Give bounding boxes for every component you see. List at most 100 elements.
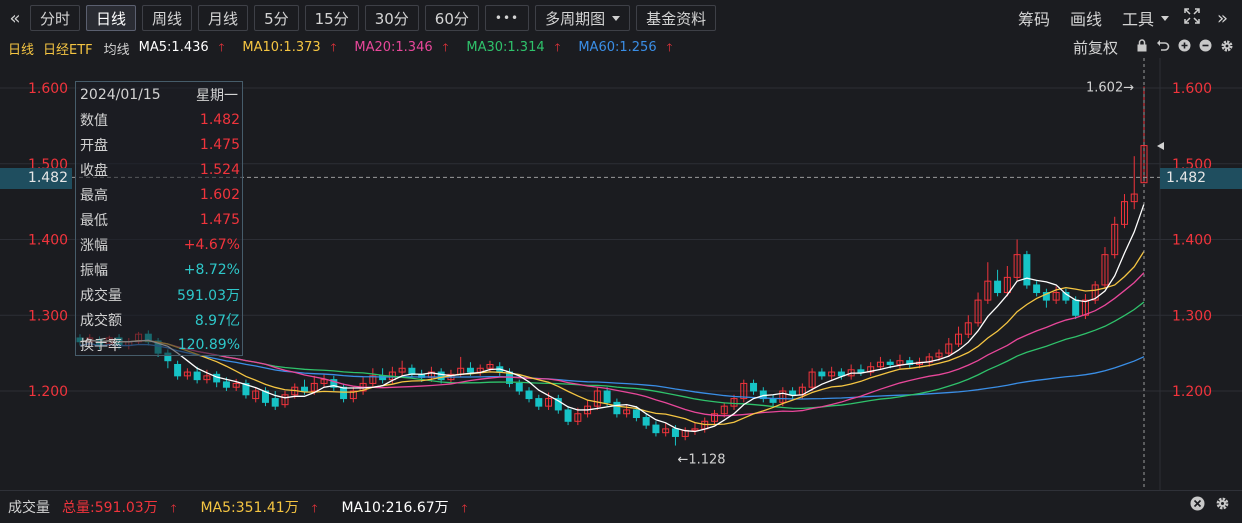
- zoom-in-icon[interactable]: [1178, 39, 1191, 56]
- min-price-label: ←1.128: [677, 453, 725, 468]
- y-tick-label-left: 1.300: [28, 308, 68, 324]
- candle-down: [515, 382, 523, 392]
- candle-down: [1072, 299, 1080, 316]
- draw-line-button[interactable]: 画线: [1070, 6, 1102, 30]
- volume-close-icon[interactable]: [1190, 496, 1205, 515]
- candle-down: [564, 409, 572, 422]
- candle-down: [642, 417, 650, 426]
- crosshair-price-left: 1.482: [0, 168, 72, 189]
- y-tick-label-left: 1.200: [28, 384, 68, 400]
- tooltip-row: 成交量 591.03万: [80, 282, 240, 307]
- tab-period-daily[interactable]: 日线: [86, 5, 137, 31]
- volume-label[interactable]: 成交量: [8, 497, 50, 519]
- multi-period-dropdown[interactable]: 多周期图: [535, 5, 631, 31]
- tooltip-value: +4.67%: [183, 236, 240, 253]
- ma10-value: MA10:1.373 🡑: [242, 40, 337, 55]
- tooltip-date-row: 2024/01/15 星期一: [80, 82, 240, 107]
- top-toolbar: « 分时 日线 周线 月线 5分 15分 30分 60分 ••• 多周期图 基金…: [0, 0, 1242, 36]
- undo-icon[interactable]: [1156, 39, 1170, 56]
- settings-gear-icon[interactable]: [1220, 39, 1234, 57]
- lock-icon[interactable]: [1136, 39, 1148, 56]
- tooltip-row: 涨幅 +4.67%: [80, 232, 240, 257]
- tools-dropdown[interactable]: 工具: [1122, 6, 1169, 30]
- ma30-value: MA30:1.314 🡑: [466, 40, 561, 55]
- tooltip-row: 开盘 1.475: [80, 132, 240, 157]
- tab-period-60min[interactable]: 60分: [424, 5, 479, 31]
- candle-down: [525, 390, 533, 400]
- candle-down: [437, 371, 445, 381]
- expand-right-icon[interactable]: »: [1217, 8, 1228, 29]
- candle-down: [535, 398, 543, 407]
- fullscreen-expand-icon[interactable]: [1183, 7, 1201, 29]
- collapse-left-icon[interactable]: «: [0, 8, 30, 29]
- ma60-value: MA60:1.256 🡑: [578, 40, 673, 55]
- crosshair-price-right: 1.482: [1160, 168, 1242, 189]
- tab-period-fenshi[interactable]: 分时: [30, 5, 81, 31]
- candle-down: [271, 398, 279, 407]
- volume-settings-gear-icon[interactable]: [1215, 496, 1230, 515]
- ma-legend-row: 日线 日经ETF 均线 MA5:1.436 🡑 MA10:1.373 🡑 MA20:…: [0, 36, 1242, 58]
- candle-down: [193, 371, 201, 381]
- tooltip-row: 换手率 120.89%: [80, 332, 240, 357]
- candle-down: [301, 386, 309, 392]
- candle-down: [222, 381, 230, 388]
- y-tick-label-right: 1.600: [1172, 81, 1212, 97]
- fund-info-button[interactable]: 基金资料: [636, 5, 717, 31]
- tooltip-value: +8.72%: [183, 261, 240, 278]
- tooltip-row: 最高 1.602: [80, 182, 240, 207]
- candle-down: [466, 367, 474, 373]
- candle-down: [613, 401, 621, 415]
- tooltip-date: 2024/01/15: [80, 86, 161, 103]
- candle-down: [632, 409, 640, 419]
- ma20-value: MA20:1.346 🡑: [354, 40, 449, 55]
- security-name: 日经ETF: [43, 43, 93, 58]
- volume-total: 总量:591.03万 🡑: [62, 500, 177, 516]
- tooltip-key: 振幅: [80, 262, 108, 279]
- tooltip-key: 涨幅: [80, 237, 108, 254]
- tooltip-key: 收盘: [80, 162, 108, 179]
- y-tick-label-left: 1.400: [28, 233, 68, 249]
- tooltip-value: 8.97亿: [194, 312, 240, 329]
- candle-down: [994, 280, 1002, 294]
- tooltip-key: 成交额: [80, 312, 122, 329]
- zoom-out-icon[interactable]: [1199, 39, 1212, 56]
- candle-down: [789, 390, 797, 396]
- tooltip-value: 591.03万: [177, 287, 240, 304]
- tooltip-value: 1.602: [199, 186, 240, 203]
- tab-period-30min[interactable]: 30分: [364, 5, 419, 31]
- tooltip-key: 最低: [80, 212, 108, 229]
- chips-button[interactable]: 筹码: [1018, 6, 1050, 30]
- candle-down: [671, 428, 679, 437]
- adjust-mode-button[interactable]: 前复权: [1073, 37, 1118, 58]
- candle-down: [857, 369, 865, 373]
- tooltip-row: 收盘 1.524: [80, 157, 240, 182]
- tab-period-monthly[interactable]: 月线: [198, 5, 249, 31]
- tooltip-key: 数值: [80, 112, 108, 129]
- chevron-down-icon: [612, 15, 621, 21]
- ma5-value: MA5:1.436 🡑: [138, 40, 225, 55]
- tooltip-key: 成交量: [80, 287, 122, 304]
- candle-down: [886, 361, 894, 365]
- tab-period-5min[interactable]: 5分: [254, 5, 299, 31]
- candle-down: [769, 398, 777, 403]
- candle-down: [1023, 254, 1031, 286]
- tab-period-15min[interactable]: 15分: [304, 5, 359, 31]
- tools-label: 工具: [1121, 10, 1154, 29]
- candle-down: [750, 382, 758, 392]
- tooltip-value: 1.524: [199, 161, 240, 178]
- tooltip-key: 最高: [80, 187, 108, 204]
- more-periods-button[interactable]: •••: [484, 5, 530, 31]
- period-label: 日线: [8, 43, 35, 58]
- max-price-label: 1.602→: [1086, 80, 1134, 95]
- tooltip-value: 1.475: [199, 136, 240, 153]
- chevron-down-icon: [1160, 15, 1169, 21]
- ma-label[interactable]: 均线: [104, 39, 130, 58]
- candle-down: [603, 390, 611, 403]
- y-tick-label-right: 1.200: [1172, 384, 1212, 400]
- ohlc-tooltip: 2024/01/15 星期一 数值 1.482 开盘 1.475 收盘 1.524 最高 1.…: [75, 81, 243, 356]
- tab-period-weekly[interactable]: 周线: [142, 5, 193, 31]
- toolbar-right: 筹码 画线 工具 »: [1018, 0, 1242, 36]
- multi-period-label: 多周期图: [545, 9, 606, 28]
- candle-down: [652, 424, 660, 434]
- tooltip-row: 数值 1.482: [80, 107, 240, 132]
